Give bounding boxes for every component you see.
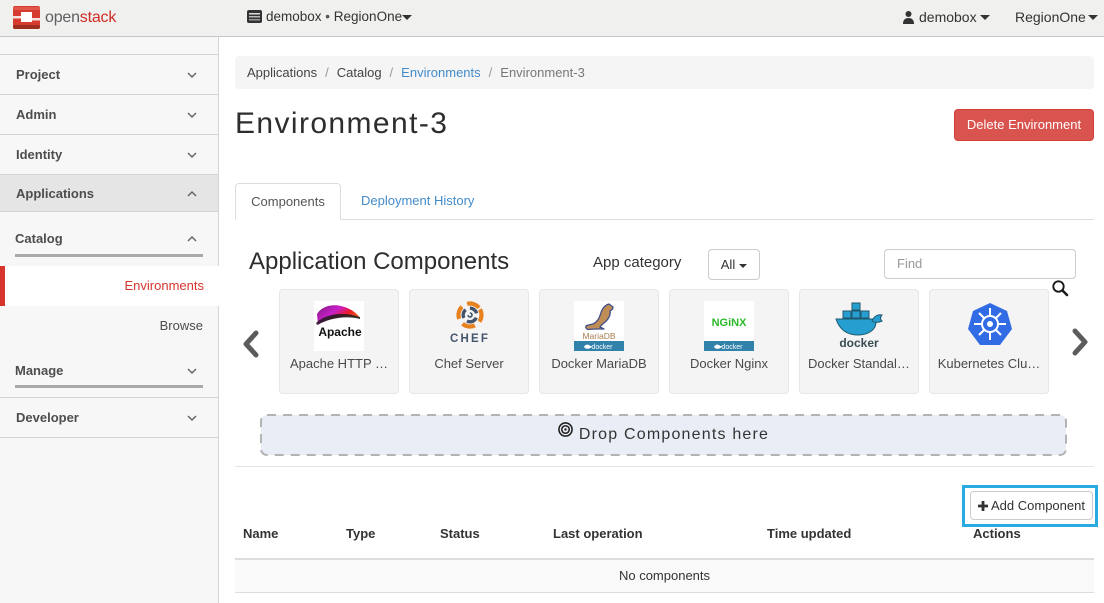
svg-text:MariaDB: MariaDB — [582, 331, 615, 341]
svg-text:Apache: Apache — [318, 325, 362, 339]
svg-text:docker: docker — [839, 336, 879, 350]
svg-text:docker: docker — [721, 344, 743, 351]
svg-text:docker: docker — [591, 344, 613, 351]
svg-text:NGiNX: NGiNX — [712, 317, 748, 329]
svg-text:CHEF: CHEF — [450, 333, 490, 345]
